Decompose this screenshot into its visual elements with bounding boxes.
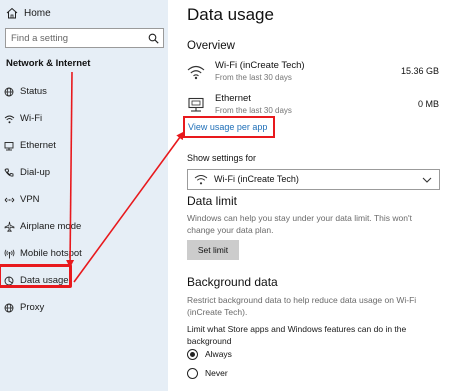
- selected-network: Wi-Fi (inCreate Tech): [214, 174, 299, 184]
- highlight-box: [183, 116, 275, 138]
- sidebar-item-ethernet[interactable]: Ethernet: [0, 132, 168, 159]
- sidebar: Home Find a setting Network & Internet S…: [0, 0, 168, 391]
- ethernet-icon: [2, 141, 16, 151]
- hotspot-icon: [2, 248, 16, 259]
- connection-name: Wi-Fi (inCreate Tech): [215, 60, 305, 71]
- ethernet-icon: [187, 97, 205, 115]
- chevron-down-icon: [421, 173, 433, 185]
- usage-period: From the last 30 days: [215, 73, 292, 82]
- overview-heading: Overview: [187, 40, 235, 52]
- vpn-icon: [2, 195, 16, 205]
- set-limit-button[interactable]: Set limit: [187, 240, 239, 260]
- main-pane: Data usage Overview Wi-Fi (inCreate Tech…: [168, 0, 468, 391]
- background-data-heading: Background data: [187, 275, 278, 289]
- sidebar-item-label: Proxy: [20, 302, 45, 313]
- radio-always[interactable]: Always: [187, 347, 232, 361]
- radio-label: Always: [205, 349, 232, 359]
- sidebar-item-mobile-hotspot[interactable]: Mobile hotspot: [0, 240, 168, 267]
- sidebar-item-vpn[interactable]: VPN: [0, 186, 168, 213]
- sidebar-item-proxy[interactable]: Proxy: [0, 294, 168, 321]
- background-limit-label: Limit what Store apps and Windows featur…: [187, 324, 407, 346]
- page-title: Data usage: [187, 5, 274, 24]
- wifi-icon: [2, 114, 16, 124]
- sidebar-item-dial-up[interactable]: Dial-up: [0, 159, 168, 186]
- globe-icon: [2, 87, 16, 97]
- data-limit-heading: Data limit: [187, 194, 238, 208]
- radio-label: Never: [205, 368, 228, 378]
- highlight-box: [0, 264, 72, 288]
- search-input[interactable]: Find a setting: [5, 28, 164, 48]
- network-select[interactable]: Wi-Fi (inCreate Tech): [187, 169, 440, 190]
- sidebar-item-label: Wi-Fi: [20, 113, 43, 124]
- sidebar-item-label: Airplane mode: [20, 221, 82, 232]
- globe-icon: [2, 303, 16, 313]
- phone-icon: [2, 168, 16, 178]
- sidebar-item-label: Mobile hotspot: [20, 248, 82, 259]
- sidebar-item-airplane-mode[interactable]: Airplane mode: [0, 213, 168, 240]
- sidebar-item-label: VPN: [20, 194, 40, 205]
- usage-value: 15.36 GB: [400, 66, 439, 76]
- sidebar-item-data-usage[interactable]: Data usage: [0, 264, 168, 294]
- home-icon: [0, 7, 24, 19]
- search-placeholder: Find a setting: [11, 32, 69, 44]
- home-nav-item[interactable]: Home: [0, 4, 160, 22]
- sidebar-item-label: Ethernet: [20, 140, 56, 151]
- home-label: Home: [24, 7, 51, 19]
- sidebar-item-status[interactable]: Status: [0, 78, 168, 105]
- connection-name: Ethernet: [215, 93, 251, 104]
- radio-never[interactable]: Never: [187, 366, 228, 380]
- wifi-icon: [194, 173, 208, 187]
- radio-button[interactable]: [187, 367, 198, 379]
- background-data-description: Restrict background data to help reduce …: [187, 295, 417, 317]
- radio-button-selected[interactable]: [187, 348, 198, 360]
- usage-row-wifi: Wi-Fi (inCreate Tech) From the last 30 d…: [187, 60, 439, 90]
- wifi-icon: [187, 64, 205, 82]
- sidebar-nav: Status Wi-Fi Ethernet Dial-up VPN Airpla…: [0, 78, 168, 321]
- usage-value: 0 MB: [417, 99, 439, 109]
- section-title: Network & Internet: [6, 58, 91, 69]
- sidebar-item-label: Dial-up: [20, 167, 51, 178]
- show-settings-label: Show settings for: [187, 153, 257, 163]
- sidebar-item-wifi[interactable]: Wi-Fi: [0, 105, 168, 132]
- data-limit-description: Windows can help you stay under your dat…: [187, 213, 412, 235]
- airplane-icon: [2, 221, 16, 232]
- sidebar-item-label: Status: [20, 86, 47, 97]
- search-icon[interactable]: [143, 33, 163, 44]
- usage-period: From the last 30 days: [215, 106, 292, 115]
